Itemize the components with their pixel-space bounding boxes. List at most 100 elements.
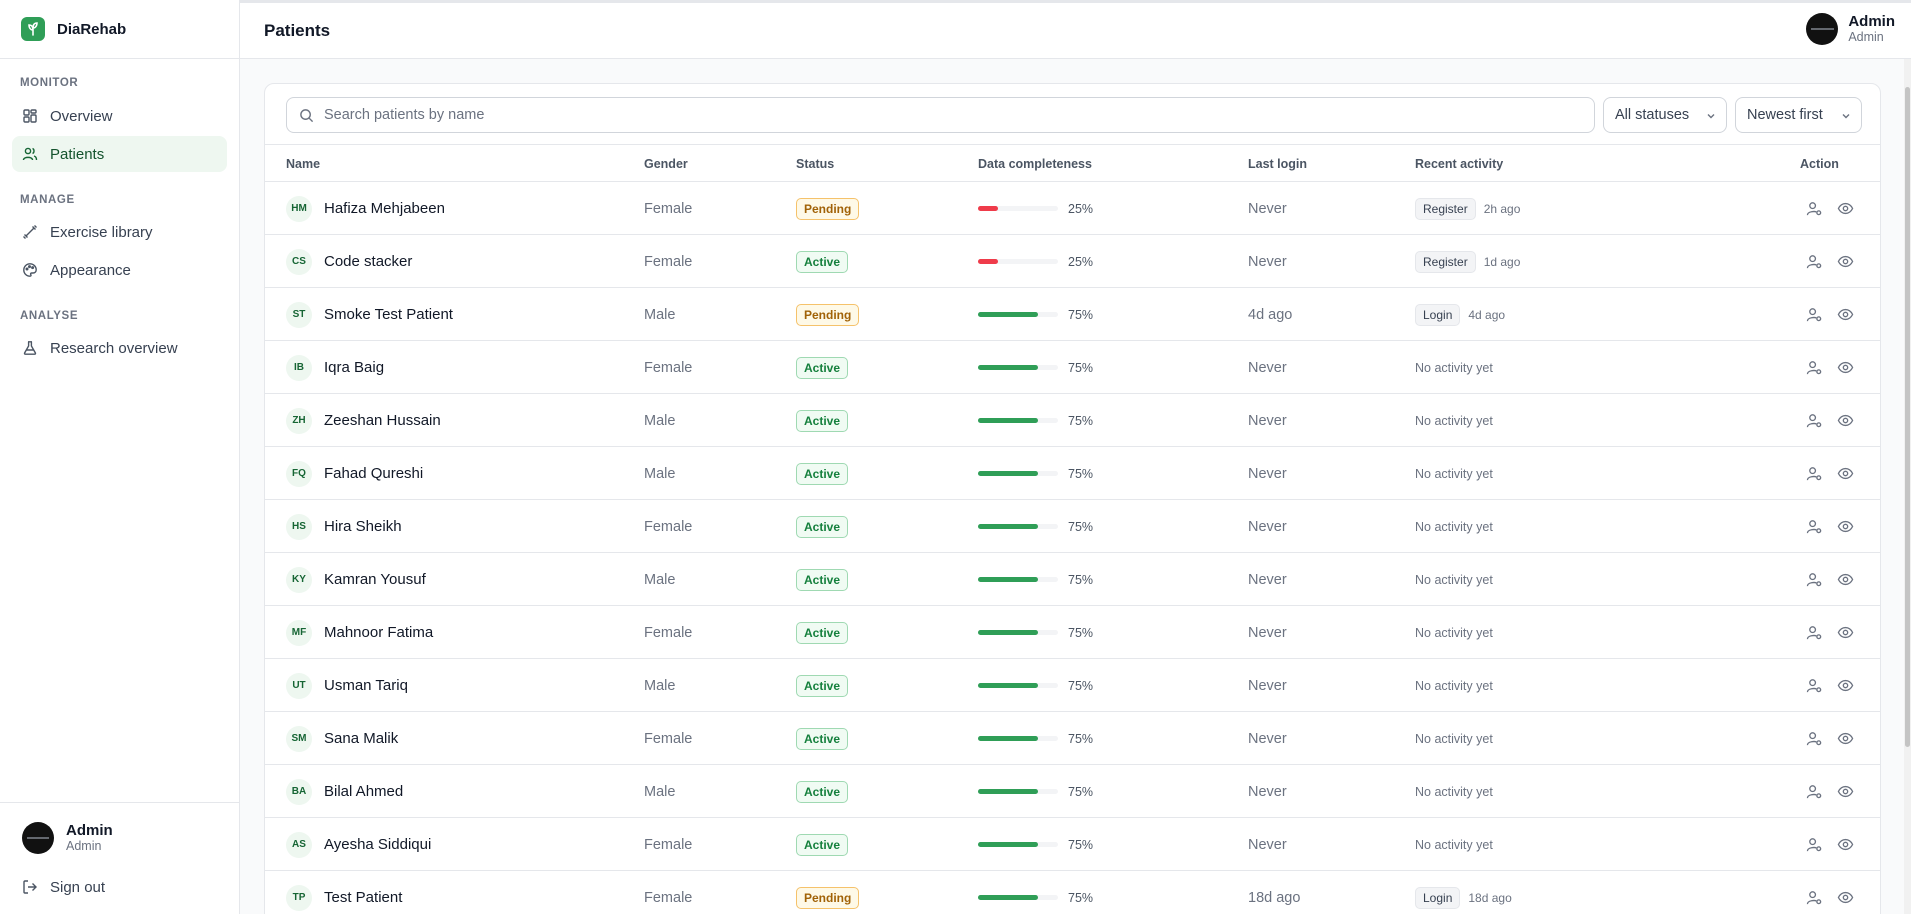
table-row[interactable]: TP Test Patient Female Pending 75% 18d a… [265,871,1880,914]
column-header-last-login[interactable]: Last login [1248,157,1307,171]
user-settings-icon[interactable] [1806,412,1823,429]
patient-name-cell: IB Iqra Baig [286,341,384,394]
table-row[interactable]: HS Hira Sheikh Female Active 75% Never N… [265,500,1880,553]
completeness-bar [978,259,1058,264]
eye-icon[interactable] [1837,624,1854,641]
activity-chip: Register [1415,250,1476,273]
patient-name[interactable]: Code stacker [324,253,412,270]
status-filter-select[interactable]: All statuses [1603,97,1727,133]
eye-icon[interactable] [1837,200,1854,217]
table-row[interactable]: CS Code stacker Female Active 25% Never … [265,235,1880,288]
sidebar-footer: Admin Admin Sign out [0,802,239,914]
user-settings-icon[interactable] [1806,783,1823,800]
patient-gender: Female [644,253,693,270]
patient-name[interactable]: Smoke Test Patient [324,306,453,323]
table-row[interactable]: SM Sana Malik Female Active 75% Never No… [265,712,1880,765]
sign-out-button[interactable]: Sign out [12,869,227,905]
completeness-percent: 75% [1068,519,1094,534]
table-row[interactable]: HM Hafiza Mehjabeen Female Pending 25% N… [265,182,1880,235]
user-settings-icon[interactable] [1806,518,1823,535]
patient-name[interactable]: Usman Tariq [324,677,408,694]
sidebar-item-exercise-library[interactable]: Exercise library [12,214,227,250]
page-scrollbar[interactable] [1904,59,1911,914]
last-login: Never [1248,677,1287,694]
patient-name[interactable]: Bilal Ahmed [324,783,403,800]
user-settings-icon[interactable] [1806,253,1823,270]
sidebar-item-overview[interactable]: Overview [12,98,227,134]
user-settings-icon[interactable] [1806,889,1823,906]
eye-icon[interactable] [1837,783,1854,800]
column-header-recent-activity[interactable]: Recent activity [1415,157,1503,171]
eye-icon[interactable] [1837,306,1854,323]
action-cell [1806,659,1854,712]
patient-name[interactable]: Sana Malik [324,730,398,747]
patient-name[interactable]: Ayesha Siddiqui [324,836,431,853]
last-login: Never [1248,571,1287,588]
sidebar-item-research-overview[interactable]: Research overview [12,330,227,366]
sidebar-item-label: Appearance [50,261,131,279]
patient-name[interactable]: Hira Sheikh [324,518,402,535]
user-settings-icon[interactable] [1806,465,1823,482]
patient-initials: CS [286,248,312,275]
sidebar-item-appearance[interactable]: Appearance [12,252,227,288]
user-settings-icon[interactable] [1806,624,1823,641]
table-row[interactable]: ST Smoke Test Patient Male Pending 75% 4… [265,288,1880,341]
patient-name[interactable]: Kamran Yousuf [324,571,426,588]
patient-name[interactable]: Fahad Qureshi [324,465,423,482]
no-activity-text: No activity yet [1415,413,1493,428]
eye-icon[interactable] [1837,465,1854,482]
user-settings-icon[interactable] [1806,306,1823,323]
column-header-name[interactable]: Name [286,157,320,171]
activity-time: 1d ago [1483,254,1521,269]
patient-name[interactable]: Iqra Baig [324,359,384,376]
search-input[interactable] [324,107,1524,123]
no-activity-text: No activity yet [1415,572,1493,587]
table-row[interactable]: MF Mahnoor Fatima Female Active 75% Neve… [265,606,1880,659]
completeness-percent: 25% [1068,254,1094,269]
table-row[interactable]: IB Iqra Baig Female Active 75% Never No … [265,341,1880,394]
sidebar-user[interactable]: Admin Admin [22,822,113,854]
column-header-gender[interactable]: Gender [644,157,688,171]
user-settings-icon[interactable] [1806,359,1823,376]
last-login: Never [1248,359,1287,376]
eye-icon[interactable] [1837,518,1854,535]
patient-name[interactable]: Mahnoor Fatima [324,624,433,641]
status-badge: Active [796,515,849,538]
user-settings-icon[interactable] [1806,677,1823,694]
user-settings-icon[interactable] [1806,730,1823,747]
table-row[interactable]: BA Bilal Ahmed Male Active 75% Never No … [265,765,1880,818]
table-row[interactable]: ZH Zeeshan Hussain Male Active 75% Never… [265,394,1880,447]
recent-activity-cell: No activity yet [1415,606,1493,659]
patient-name[interactable]: Hafiza Mehjabeen [324,200,445,217]
sidebar-item-patients[interactable]: Patients [12,136,227,172]
column-header-status[interactable]: Status [796,157,834,171]
user-settings-icon[interactable] [1806,200,1823,217]
search-box[interactable] [286,97,1595,133]
eye-icon[interactable] [1837,730,1854,747]
nav-section-analyse: ANALYSE [20,310,79,322]
eye-icon[interactable] [1837,836,1854,853]
table-row[interactable]: FQ Fahad Qureshi Male Active 75% Never N… [265,447,1880,500]
eye-icon[interactable] [1837,677,1854,694]
table-row[interactable]: KY Kamran Yousuf Male Active 75% Never N… [265,553,1880,606]
filter-toolbar: All statuses Newest first [265,84,1880,145]
table-row[interactable]: UT Usman Tariq Male Active 75% Never No … [265,659,1880,712]
table-row[interactable]: AS Ayesha Siddiqui Female Active 75% Nev… [265,818,1880,871]
activity-chip: Login [1415,886,1461,909]
eye-icon[interactable] [1837,412,1854,429]
brand[interactable]: DiaRehab [0,0,239,59]
eye-icon[interactable] [1837,359,1854,376]
column-header-data-completeness[interactable]: Data completeness [978,157,1092,171]
sort-select[interactable]: Newest first [1735,97,1862,133]
patient-name[interactable]: Test Patient [324,889,402,906]
user-settings-icon[interactable] [1806,836,1823,853]
header-user[interactable]: Admin Admin [1806,13,1895,45]
eye-icon[interactable] [1837,253,1854,270]
scrollbar-thumb[interactable] [1905,87,1910,747]
user-settings-icon[interactable] [1806,571,1823,588]
patient-name[interactable]: Zeeshan Hussain [324,412,441,429]
eye-icon[interactable] [1837,571,1854,588]
header-user-name: Admin [1848,13,1895,30]
eye-icon[interactable] [1837,889,1854,906]
nav-section-manage: MANAGE [20,194,75,206]
